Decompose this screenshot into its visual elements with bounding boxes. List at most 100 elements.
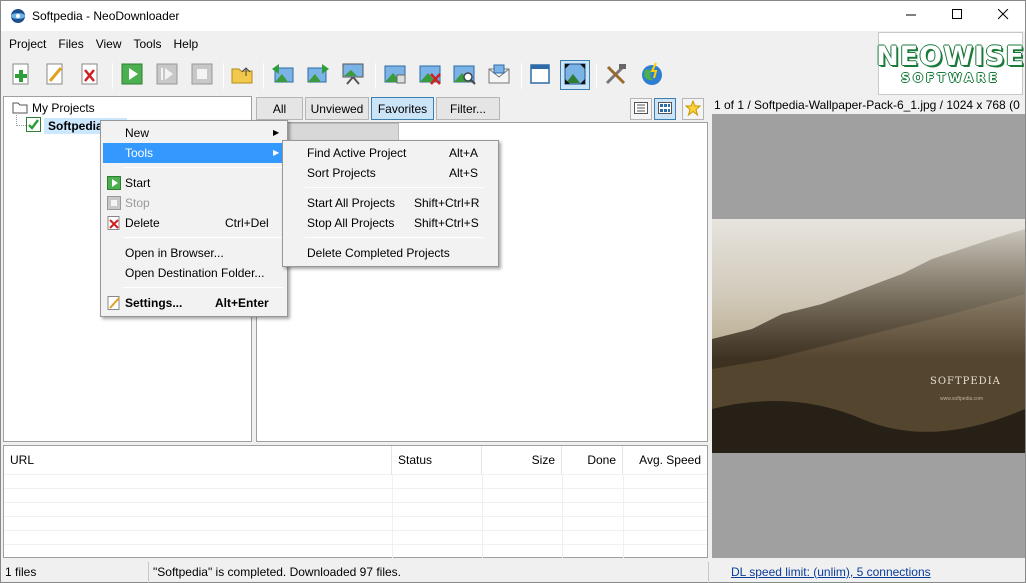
ctx-new[interactable]: New ▶ xyxy=(103,123,285,143)
window-icon xyxy=(529,63,551,88)
start-button[interactable] xyxy=(117,60,147,90)
sub-start-all-shortcut: Shift+Ctrl+R xyxy=(414,196,480,210)
sub-find-active-shortcut: Alt+A xyxy=(449,146,479,160)
thumbnail-view-icon xyxy=(658,101,672,117)
column-avg-speed[interactable]: Avg. Speed xyxy=(623,446,707,474)
app-icon xyxy=(10,8,26,24)
previous-image-button[interactable] xyxy=(268,60,298,90)
ctx-open-destination-label: Open Destination Folder... xyxy=(125,266,265,280)
status-message: "Softpedia" is completed. Downloaded 97 … xyxy=(149,562,709,583)
sub-delete-completed-label: Delete Completed Projects xyxy=(307,246,450,260)
ctx-start[interactable]: Start xyxy=(103,173,285,193)
column-size[interactable]: Size xyxy=(482,446,562,474)
edit-project-icon xyxy=(44,63,66,88)
close-button[interactable] xyxy=(980,1,1026,31)
column-url[interactable]: URL xyxy=(4,446,392,474)
tools-icon xyxy=(604,63,628,88)
fit-image-button[interactable] xyxy=(560,60,590,90)
menu-tools[interactable]: Tools xyxy=(126,34,166,54)
minimize-icon xyxy=(905,9,917,23)
folder-icon xyxy=(12,100,28,117)
slideshow-button[interactable] xyxy=(338,60,368,90)
speed-limit-link[interactable]: DL speed limit: (unlim), 5 connections xyxy=(731,562,931,583)
filter-favorites-button[interactable]: Favorites xyxy=(371,97,434,120)
filter-unviewed-button[interactable]: Unviewed xyxy=(305,97,369,120)
slideshow-icon xyxy=(341,63,365,88)
ctx-settings-shortcut: Alt+Enter xyxy=(215,296,269,310)
wallpaper-image[interactable]: SOFTPEDIA www.softpedia.com xyxy=(712,219,1025,453)
preview-info: 1 of 1 / Softpedia-Wallpaper-Pack-6_1.jp… xyxy=(714,98,1020,112)
tree-connector xyxy=(16,115,26,126)
sub-start-all-label: Start All Projects xyxy=(307,196,396,210)
menu-project[interactable]: Project xyxy=(1,34,50,54)
new-project-button[interactable] xyxy=(6,60,36,90)
search-image-icon xyxy=(452,63,476,88)
filter-bar: All Unviewed Favorites Filter... xyxy=(256,96,708,121)
ctx-open-destination[interactable]: Open Destination Folder... xyxy=(103,263,285,283)
resume-icon xyxy=(156,63,178,88)
open-folder-button[interactable] xyxy=(227,60,257,90)
stop-button[interactable] xyxy=(187,60,217,90)
search-image-button[interactable] xyxy=(449,60,479,90)
list-view-icon xyxy=(634,101,648,117)
email-button[interactable] xyxy=(484,60,514,90)
window-title: Softpedia - NeoDownloader xyxy=(32,9,180,23)
sub-find-active-label: Find Active Project xyxy=(307,146,407,160)
tools-button[interactable] xyxy=(601,60,631,90)
resume-button[interactable] xyxy=(152,60,182,90)
window-button[interactable] xyxy=(525,60,555,90)
ctx-settings[interactable]: Settings... Alt+Enter xyxy=(103,293,285,313)
tools-submenu: Find Active Project Alt+A Sort Projects … xyxy=(282,140,499,267)
sub-delete-completed[interactable]: Delete Completed Projects xyxy=(285,243,496,263)
tree-root-label: My Projects xyxy=(32,101,95,115)
details-view-button[interactable] xyxy=(630,98,652,120)
menu-view[interactable]: View xyxy=(88,34,126,54)
settings-icon xyxy=(107,296,121,310)
sub-stop-all-label: Stop All Projects xyxy=(307,216,395,230)
ctx-settings-label: Settings... xyxy=(125,296,183,310)
filter-all-button[interactable]: All xyxy=(256,97,303,120)
sub-sort[interactable]: Sort Projects Alt+S xyxy=(285,163,496,183)
ctx-stop[interactable]: Stop xyxy=(103,193,285,213)
sub-find-active[interactable]: Find Active Project Alt+A xyxy=(285,143,496,163)
ctx-stop-label: Stop xyxy=(125,196,150,210)
next-image-button[interactable] xyxy=(303,60,333,90)
favorites-star-button[interactable] xyxy=(682,98,704,120)
import-button[interactable] xyxy=(380,60,410,90)
star-icon xyxy=(684,99,702,119)
submenu-arrow-icon: ▶ xyxy=(273,128,280,137)
menu-files[interactable]: Files xyxy=(50,34,87,54)
thumbnail-view-button[interactable] xyxy=(654,98,676,120)
maximize-button[interactable] xyxy=(934,1,980,31)
browser-button[interactable] xyxy=(637,60,667,90)
logo-sub-text: SOFTWARE xyxy=(901,70,1000,85)
edit-project-button[interactable] xyxy=(40,60,70,90)
filter-button[interactable]: Filter... xyxy=(436,97,500,120)
logo-main-text: NEOWISE xyxy=(876,40,1025,72)
ctx-delete[interactable]: Delete Ctrl+Del xyxy=(103,213,285,233)
delete-project-icon xyxy=(79,63,101,88)
delete-project-button[interactable] xyxy=(75,60,105,90)
next-image-icon xyxy=(306,63,330,88)
column-status[interactable]: Status xyxy=(392,446,482,474)
ctx-open-browser[interactable]: Open in Browser... xyxy=(103,243,285,263)
ctx-delete-label: Delete xyxy=(125,216,160,230)
ctx-delete-shortcut: Ctrl+Del xyxy=(225,216,269,230)
import-icon xyxy=(383,63,407,88)
stop-icon xyxy=(107,196,121,210)
email-icon xyxy=(487,63,511,88)
maximize-icon xyxy=(951,9,963,23)
column-done[interactable]: Done xyxy=(562,446,623,474)
checkmark-icon xyxy=(26,117,41,135)
sub-stop-all[interactable]: Stop All Projects Shift+Ctrl+S xyxy=(285,213,496,233)
submenu-arrow-icon: ▶ xyxy=(273,148,280,157)
minimize-button[interactable] xyxy=(888,1,934,31)
ctx-tools[interactable]: Tools ▶ xyxy=(103,143,285,163)
open-folder-icon xyxy=(231,63,253,88)
browser-icon xyxy=(640,62,664,89)
wallpaper-watermark: SOFTPEDIA xyxy=(930,376,1001,387)
menu-help[interactable]: Help xyxy=(166,34,203,54)
sub-start-all[interactable]: Start All Projects Shift+Ctrl+R xyxy=(285,193,496,213)
remove-icon xyxy=(418,63,442,88)
remove-button[interactable] xyxy=(415,60,445,90)
